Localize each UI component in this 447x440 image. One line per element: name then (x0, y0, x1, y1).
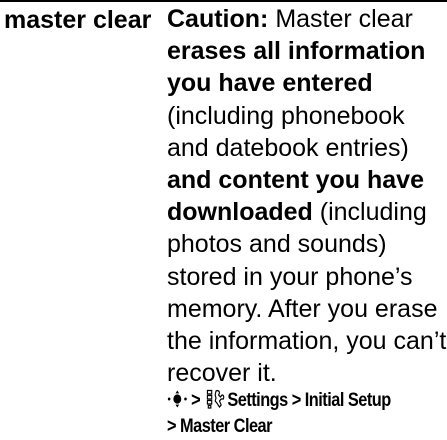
menu-navigation-path: > Settings > Initial Setup > Master Clea… (167, 388, 408, 440)
description-text-2: (including phonebook and datebook entrie… (167, 101, 409, 162)
path-line-2: > Master Clear (167, 414, 408, 440)
term-master-clear: master clear (4, 6, 152, 34)
table-top-rule (0, 0, 447, 2)
term-description: Caution: Master clear erases all informa… (167, 3, 447, 389)
path-separator: > (167, 416, 177, 437)
path-separator: > (191, 390, 201, 411)
caution-label: Caution: (167, 5, 269, 33)
description-text-1: Master clear (268, 5, 413, 33)
description-text-3: (including photos and sounds) stored in … (167, 198, 447, 388)
settings-icon (206, 389, 225, 409)
menu-key-icon (167, 390, 188, 408)
path-settings: Settings (227, 390, 288, 411)
description-bold-1: erases all information you have entered (167, 37, 426, 98)
path-master-clear: Master Clear (180, 416, 272, 437)
path-initial-setup: Initial Setup (304, 390, 391, 411)
path-separator: > (291, 390, 302, 411)
